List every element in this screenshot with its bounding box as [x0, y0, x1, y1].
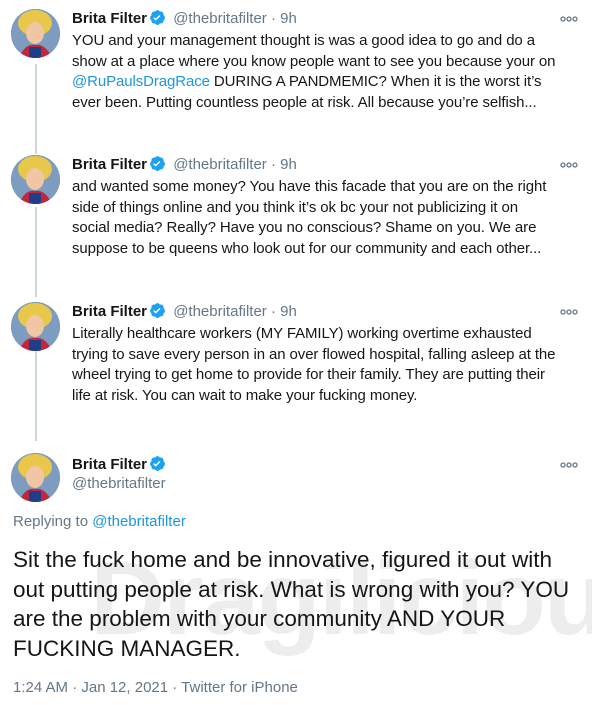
- separator: ·: [270, 10, 276, 27]
- avatar[interactable]: [11, 302, 60, 351]
- text-line: YOU and your management thought is was a…: [72, 32, 535, 49]
- tweet-timestamp[interactable]: 1:24 AM · Jan 12, 2021 · Twitter for iPh…: [13, 679, 298, 696]
- author-name[interactable]: Brita Filter: [72, 456, 147, 473]
- text-line: are the problem with your community AND …: [13, 606, 506, 631]
- author-name[interactable]: Brita Filter: [72, 156, 147, 173]
- author-handle[interactable]: @thebritafilter: [173, 156, 267, 173]
- text-line: Literally healthcare workers (MY FAMILY)…: [72, 325, 532, 342]
- avatar[interactable]: [11, 155, 60, 204]
- mention-link[interactable]: @RuPaulsDragRace: [72, 73, 210, 90]
- tweet-text: Literally healthcare workers (MY FAMILY)…: [72, 324, 580, 406]
- tweet-text: and wanted some money? You have this fac…: [72, 177, 580, 259]
- text-line: suppose to be queens who look out for ou…: [72, 239, 542, 257]
- separator: ·: [270, 303, 276, 320]
- verified-badge-icon: [149, 9, 166, 26]
- tweet[interactable]: Brita Filter @thebritafilter · 9h YOU an…: [0, 9, 592, 139]
- tweet[interactable]: Brita Filter @thebritafilter · 9h Litera…: [0, 302, 592, 412]
- tweet-time[interactable]: 9h: [280, 10, 297, 27]
- tweet-text: YOU and your management thought is was a…: [72, 31, 580, 113]
- text-line: out putting people at risk. What is wron…: [13, 576, 570, 602]
- text-fragment: DURING A PANDMEMIC? When it is the worst…: [209, 73, 542, 90]
- text-line: side of things online and you think it’s…: [72, 198, 519, 216]
- replying-label: Replying to: [13, 513, 93, 530]
- replying-handle-link[interactable]: @thebritafilter: [92, 513, 186, 530]
- author-handle[interactable]: @thebritafilter: [72, 475, 166, 492]
- avatar[interactable]: [11, 9, 60, 58]
- avatar[interactable]: [11, 453, 60, 502]
- text-line: trying to save every person in an over f…: [72, 345, 556, 363]
- more-options-icon[interactable]: [559, 304, 579, 315]
- text-line: @RuPaulsDragRace DURING A PANDMEMIC? Whe…: [72, 72, 580, 93]
- author-name[interactable]: Brita Filter: [72, 10, 147, 27]
- tweet-time[interactable]: 9h: [280, 156, 297, 173]
- author-name[interactable]: Brita Filter: [72, 303, 147, 320]
- text-line: ever been. Putting countless people at r…: [72, 93, 537, 111]
- more-options-icon[interactable]: [559, 11, 579, 22]
- text-line: FUCKING MANAGER.: [13, 635, 241, 661]
- text-line: social media? Really? Have you no consci…: [72, 219, 537, 236]
- verified-badge-icon: [149, 455, 166, 472]
- separator: ·: [270, 156, 276, 173]
- verified-badge-icon: [149, 155, 166, 172]
- text-line: and wanted some money? You have this fac…: [72, 178, 547, 195]
- replying-to: Replying to @thebritafilter: [13, 513, 186, 530]
- verified-badge-icon: [149, 302, 166, 319]
- text-line: life at risk. You can wait to make your …: [72, 386, 418, 404]
- tweet-header: Brita Filter @thebritafilter · 9h: [72, 302, 297, 321]
- tweet[interactable]: Brita Filter @thebritafilter · 9h and wa…: [0, 155, 592, 265]
- more-options-icon[interactable]: [559, 457, 579, 468]
- tweet-header: Brita Filter @thebritafilter · 9h: [72, 155, 297, 174]
- more-options-icon[interactable]: [559, 157, 579, 168]
- tweet-header: Brita Filter @thebritafilter · 9h: [72, 9, 297, 28]
- text-line: show at a place where you know people wa…: [72, 52, 556, 70]
- tweet-time[interactable]: 9h: [280, 303, 297, 320]
- tweet-header: Brita Filter: [72, 455, 169, 474]
- author-handle[interactable]: @thebritafilter: [173, 10, 267, 27]
- text-line: Sit the fuck home and be innovative, fig…: [13, 547, 553, 572]
- text-line: wheel trying to get home to provide for …: [72, 366, 545, 383]
- author-handle[interactable]: @thebritafilter: [173, 303, 267, 320]
- main-tweet-text: Sit the fuck home and be innovative, fig…: [13, 545, 573, 663]
